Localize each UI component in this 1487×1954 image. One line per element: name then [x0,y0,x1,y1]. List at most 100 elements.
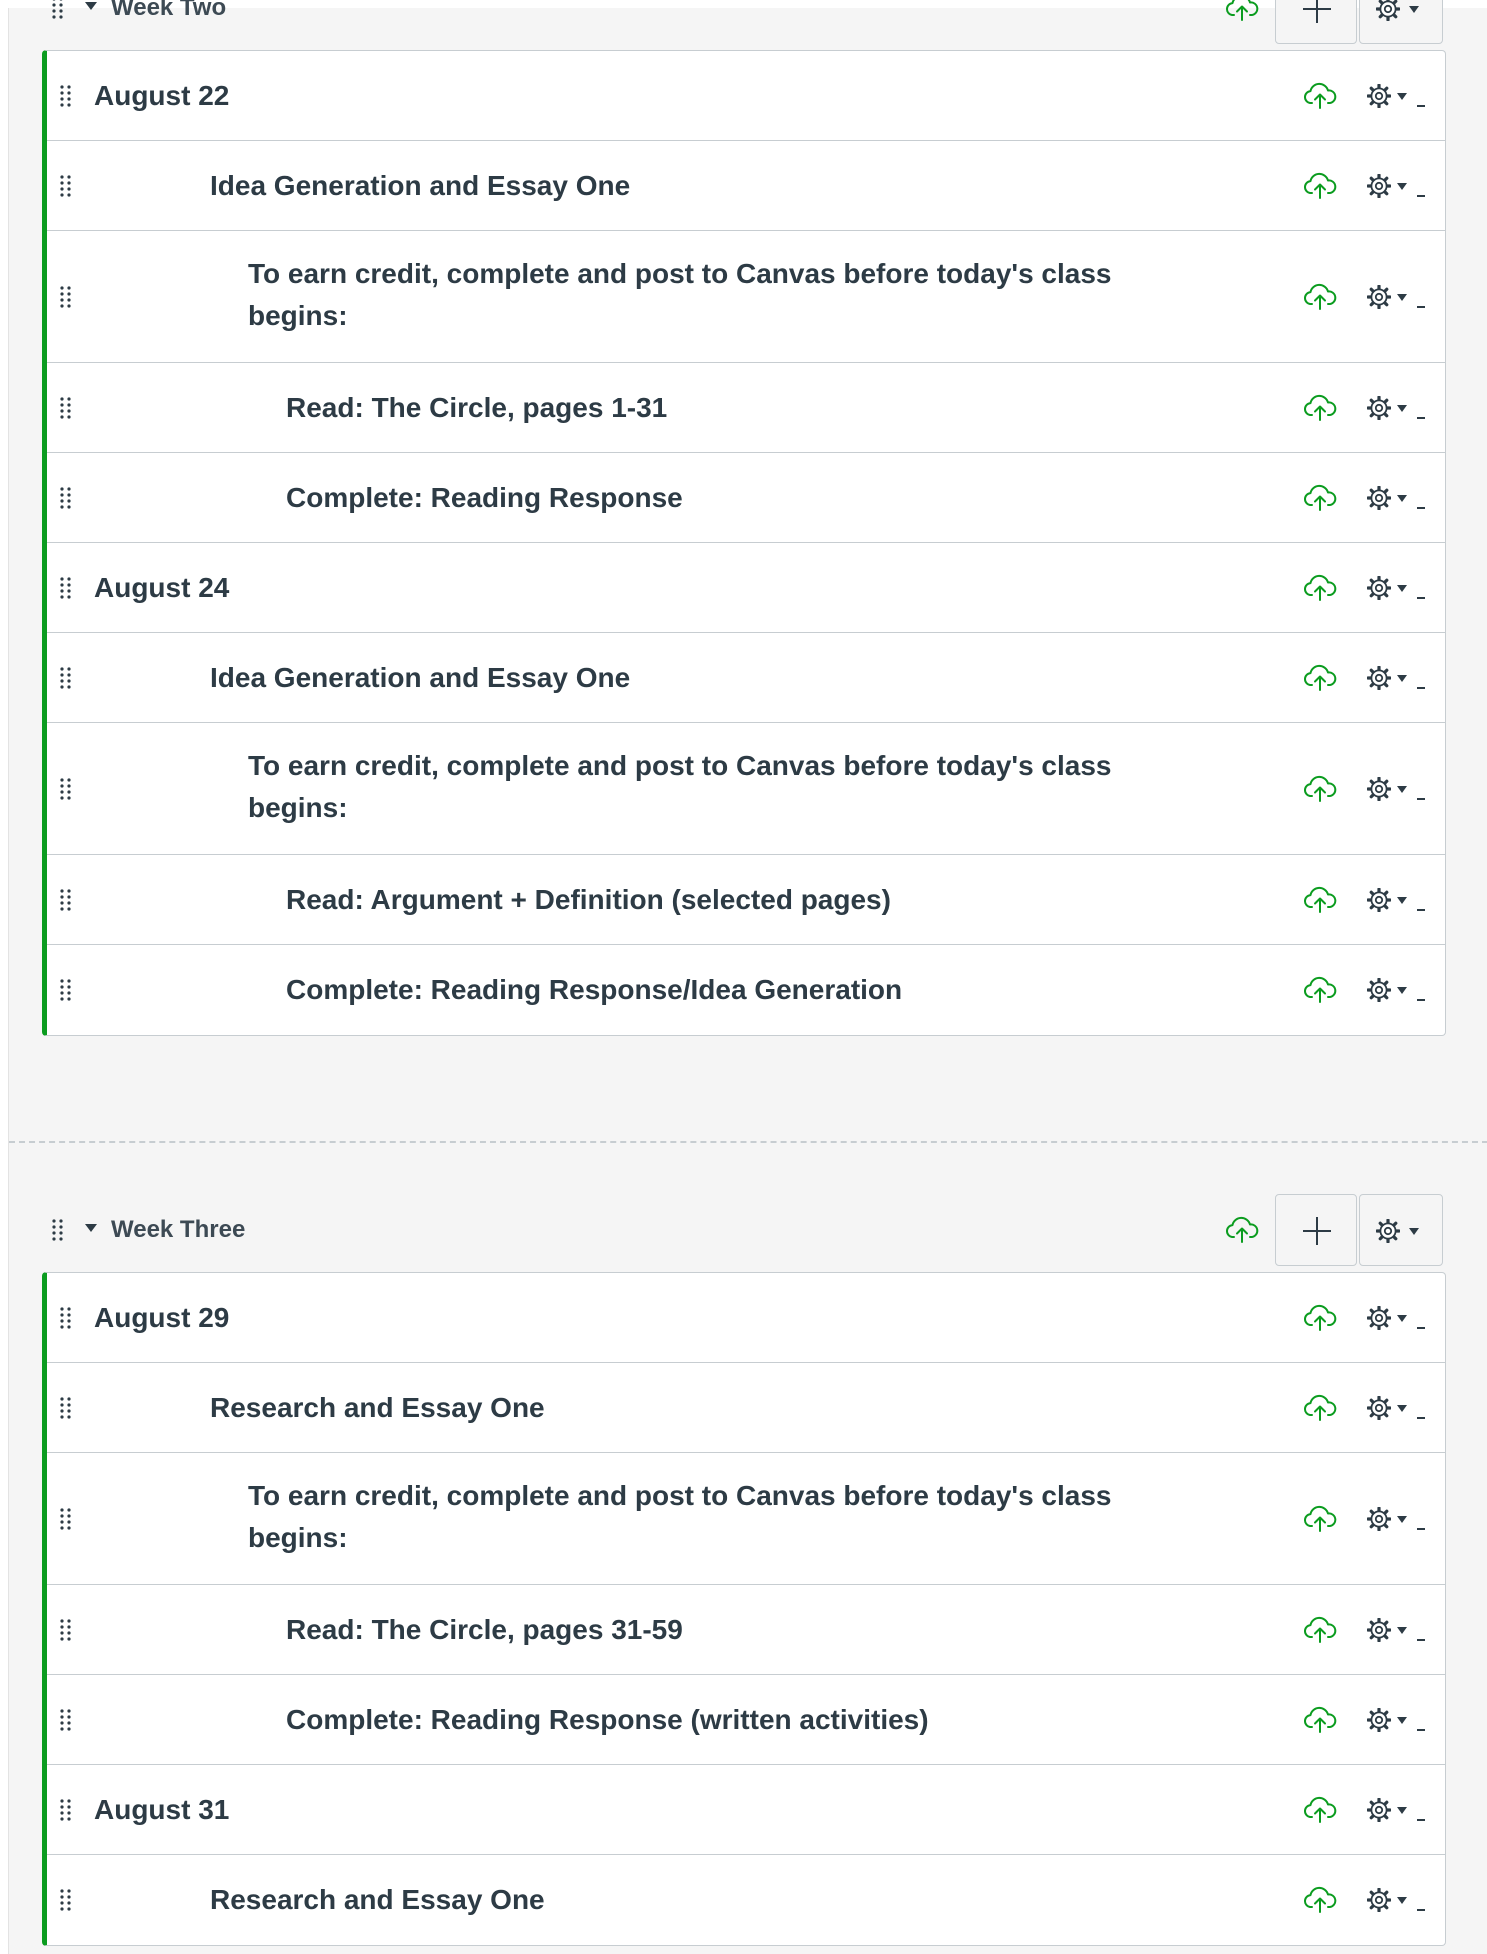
cloud-upload-icon[interactable] [1303,82,1337,110]
gear-icon[interactable] [1366,885,1407,915]
drag-handle-icon[interactable] [59,1798,73,1822]
caret-down-icon[interactable] [85,2,97,10]
drag-handle-icon[interactable] [59,1888,73,1912]
module-item[interactable]: August 22 [47,51,1445,141]
drag-handle-icon[interactable] [51,1218,65,1242]
cloud-upload-icon[interactable] [1303,664,1337,692]
module-item-title[interactable]: Research and Essay One [210,1387,545,1429]
module-item-title[interactable]: To earn credit, complete and post to Can… [248,253,1188,337]
module-item[interactable]: To earn credit, complete and post to Can… [47,723,1445,855]
gear-icon[interactable] [1366,1504,1407,1534]
add-item-button[interactable] [1275,0,1357,44]
cloud-upload-icon[interactable] [1303,574,1337,602]
cloud-upload-icon[interactable] [1303,283,1337,311]
gear-icon[interactable] [1366,393,1407,423]
cloud-upload-icon[interactable] [1303,1394,1337,1422]
drag-handle-icon[interactable] [59,396,73,420]
cloud-upload-icon[interactable] [1303,886,1337,914]
module-item[interactable]: August 24 [47,543,1445,633]
module-item[interactable]: Complete: Reading Response [47,453,1445,543]
drag-handle-icon[interactable] [59,576,73,600]
module-item[interactable]: Idea Generation and Essay One [47,141,1445,231]
gear-icon[interactable] [1366,1615,1407,1645]
gear-icon [1375,1218,1401,1244]
module-item[interactable]: Read: The Circle, pages 1-31 [47,363,1445,453]
cloud-upload-icon[interactable] [1303,1886,1337,1914]
module-item-title[interactable]: Complete: Reading Response/Idea Generati… [286,969,902,1011]
module-item[interactable]: Read: The Circle, pages 31-59 [47,1585,1445,1675]
drag-handle-icon[interactable] [59,1507,73,1531]
cloud-upload-icon[interactable] [1303,775,1337,803]
module-item-title[interactable]: August 29 [94,1297,229,1339]
cloud-upload-icon[interactable] [1303,1796,1337,1824]
cloud-upload-icon[interactable] [1225,1216,1259,1244]
module-item-title[interactable]: Idea Generation and Essay One [210,165,630,207]
gear-icon[interactable] [1366,171,1407,201]
drag-handle-icon[interactable] [59,1306,73,1330]
module-item[interactable]: Research and Essay One [47,1855,1445,1945]
cloud-upload-icon[interactable] [1303,1505,1337,1533]
module-settings-button[interactable] [1359,1194,1443,1266]
gear-icon[interactable] [1366,1795,1407,1825]
drag-handle-icon[interactable] [59,84,73,108]
gear-icon[interactable] [1366,1705,1407,1735]
module-item-title[interactable]: Read: Argument + Definition (selected pa… [286,879,891,921]
module-item[interactable]: Idea Generation and Essay One [47,633,1445,723]
gear-icon[interactable] [1366,975,1407,1005]
gear-icon[interactable] [1366,573,1407,603]
module-item[interactable]: Complete: Reading Response (written acti… [47,1675,1445,1765]
module-item-title[interactable]: To earn credit, complete and post to Can… [248,1475,1188,1559]
module-title[interactable]: Week Two [111,0,226,22]
module-item-title[interactable]: Complete: Reading Response (written acti… [286,1699,929,1741]
gear-icon[interactable] [1366,663,1407,693]
module-item[interactable]: August 29 [47,1273,1445,1363]
module-item-title[interactable]: To earn credit, complete and post to Can… [248,745,1188,829]
module-title[interactable]: Week Three [111,1216,245,1244]
cloud-upload-icon[interactable] [1303,1304,1337,1332]
cloud-upload-icon[interactable] [1303,172,1337,200]
cloud-upload-icon[interactable] [1225,0,1259,22]
drag-handle-icon[interactable] [59,486,73,510]
module-item-title[interactable]: Complete: Reading Response [286,477,683,519]
module-item-title[interactable]: August 24 [94,567,229,609]
drag-handle-icon[interactable] [51,0,65,20]
gear-icon[interactable] [1366,483,1407,513]
module-item[interactable]: August 31 [47,1765,1445,1855]
caret-down-icon[interactable] [85,1224,97,1232]
cloud-upload-icon[interactable] [1303,484,1337,512]
caret-down-icon [1397,1627,1407,1634]
module-item-title[interactable]: Idea Generation and Essay One [210,657,630,699]
drag-handle-icon[interactable] [59,174,73,198]
module-item[interactable]: Read: Argument + Definition (selected pa… [47,855,1445,945]
gear-icon[interactable] [1366,1393,1407,1423]
drag-handle-icon[interactable] [59,666,73,690]
module-item-title[interactable]: August 31 [94,1789,229,1831]
module-settings-button[interactable] [1359,0,1443,44]
module-item-title[interactable]: Read: The Circle, pages 1-31 [286,387,667,429]
gear-icon[interactable] [1366,81,1407,111]
module-item[interactable]: To earn credit, complete and post to Can… [47,1453,1445,1585]
gear-icon[interactable] [1366,282,1407,312]
gear-icon[interactable] [1366,1303,1407,1333]
module-item[interactable]: To earn credit, complete and post to Can… [47,231,1445,363]
drag-handle-icon[interactable] [59,1396,73,1420]
module-item-title[interactable]: Research and Essay One [210,1879,545,1921]
add-item-button[interactable] [1275,1194,1357,1266]
cloud-upload-icon[interactable] [1303,1706,1337,1734]
drag-handle-icon[interactable] [59,888,73,912]
module-item-title[interactable]: Read: The Circle, pages 31-59 [286,1609,683,1651]
module-item[interactable]: Research and Essay One [47,1363,1445,1453]
gear-icon[interactable] [1366,1885,1407,1915]
caret-down-icon [1397,93,1407,100]
module-item[interactable]: Complete: Reading Response/Idea Generati… [47,945,1445,1035]
drag-handle-icon[interactable] [59,285,73,309]
module-item-title[interactable]: August 22 [94,75,229,117]
cloud-upload-icon[interactable] [1303,394,1337,422]
cloud-upload-icon[interactable] [1303,1616,1337,1644]
gear-icon[interactable] [1366,774,1407,804]
drag-handle-icon[interactable] [59,777,73,801]
drag-handle-icon[interactable] [59,1618,73,1642]
cloud-upload-icon[interactable] [1303,976,1337,1004]
drag-handle-icon[interactable] [59,978,73,1002]
drag-handle-icon[interactable] [59,1708,73,1732]
